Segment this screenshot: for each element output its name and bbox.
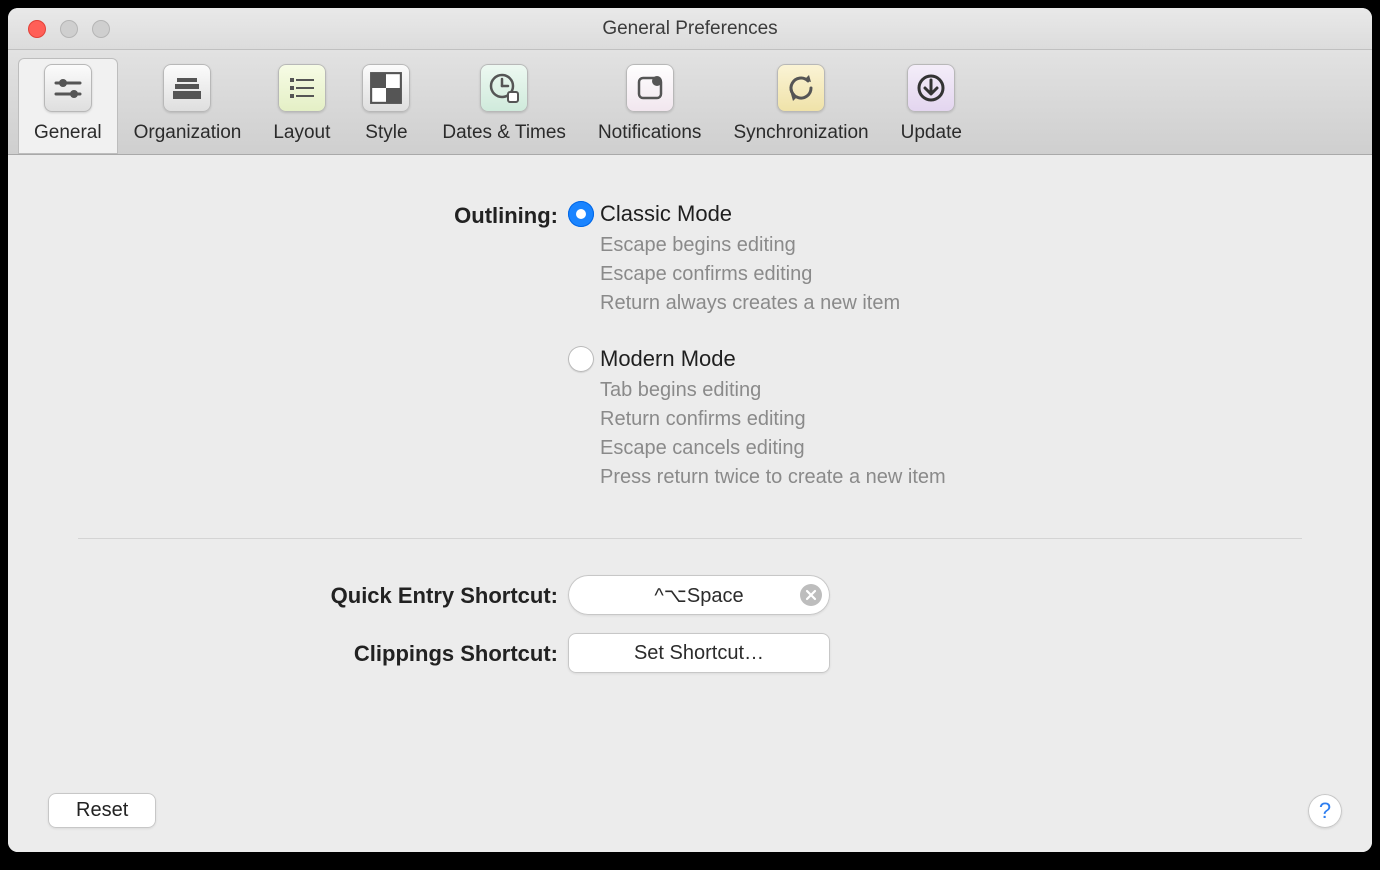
tab-notifications[interactable]: Notifications: [582, 58, 718, 154]
toolbar: General Organization Layout: [8, 50, 1372, 155]
set-shortcut-label: Set Shortcut…: [634, 642, 764, 665]
tab-synchronization[interactable]: Synchronization: [717, 58, 884, 154]
set-clippings-shortcut-button[interactable]: Set Shortcut…: [568, 633, 830, 673]
outlining-classic-option[interactable]: Classic Mode Escape begins editing Escap…: [568, 201, 1302, 318]
window-controls: [28, 20, 110, 38]
tab-label: Layout: [273, 122, 330, 144]
help-icon: ?: [1319, 798, 1331, 824]
outlining-modern-option[interactable]: Modern Mode Tab begins editing Return co…: [568, 346, 1302, 492]
quick-entry-label: Quick Entry Shortcut:: [78, 581, 568, 609]
content-pane: Outlining: Classic Mode Escape begins ed…: [8, 155, 1372, 852]
tab-label: Organization: [134, 122, 242, 144]
tab-label: Synchronization: [733, 122, 868, 144]
separator: [78, 538, 1302, 539]
tab-update[interactable]: Update: [885, 58, 978, 154]
clear-shortcut-icon[interactable]: [800, 584, 822, 606]
sync-icon: [777, 64, 825, 112]
modern-desc-1: Tab begins editing: [600, 376, 1302, 405]
radio-modern[interactable]: [568, 346, 594, 372]
tab-style[interactable]: Style: [346, 58, 426, 154]
tab-label: General: [34, 122, 102, 144]
tab-label: Style: [365, 122, 407, 144]
classic-desc-2: Escape confirms editing: [600, 260, 1302, 289]
download-icon: [907, 64, 955, 112]
reset-button[interactable]: Reset: [48, 793, 156, 828]
outlining-label: Outlining:: [78, 201, 568, 229]
classic-desc-3: Return always creates a new item: [600, 289, 1302, 318]
classic-desc-1: Escape begins editing: [600, 231, 1302, 260]
modern-mode-label: Modern Mode: [600, 346, 736, 372]
tab-layout[interactable]: Layout: [257, 58, 346, 154]
checker-icon: [362, 64, 410, 112]
notification-icon: [626, 64, 674, 112]
modern-desc-3: Escape cancels editing: [600, 434, 1302, 463]
sliders-icon: [44, 64, 92, 112]
zoom-icon[interactable]: [92, 20, 110, 38]
tab-label: Notifications: [598, 122, 702, 144]
classic-mode-label: Classic Mode: [600, 201, 732, 227]
help-button[interactable]: ?: [1308, 794, 1342, 828]
tab-dates-times[interactable]: Dates & Times: [426, 58, 582, 154]
modern-desc-2: Return confirms editing: [600, 405, 1302, 434]
tab-organization[interactable]: Organization: [118, 58, 258, 154]
quick-entry-shortcut-field[interactable]: ^⌥Space: [568, 575, 830, 615]
minimize-icon[interactable]: [60, 20, 78, 38]
preferences-window: General Preferences General: [8, 8, 1372, 852]
clippings-label: Clippings Shortcut:: [78, 639, 568, 667]
modern-desc-4: Press return twice to create a new item: [600, 463, 1302, 492]
reset-label: Reset: [76, 799, 128, 821]
tab-label: Dates & Times: [442, 122, 566, 144]
close-icon[interactable]: [28, 20, 46, 38]
tab-label: Update: [901, 122, 962, 144]
radio-classic[interactable]: [568, 201, 594, 227]
window-title: General Preferences: [8, 18, 1372, 40]
tab-general[interactable]: General: [18, 58, 118, 154]
quick-entry-shortcut-value: ^⌥Space: [654, 583, 743, 608]
clock-icon: [480, 64, 528, 112]
stack-icon: [163, 64, 211, 112]
list-icon: [278, 64, 326, 112]
titlebar: General Preferences: [8, 8, 1372, 50]
